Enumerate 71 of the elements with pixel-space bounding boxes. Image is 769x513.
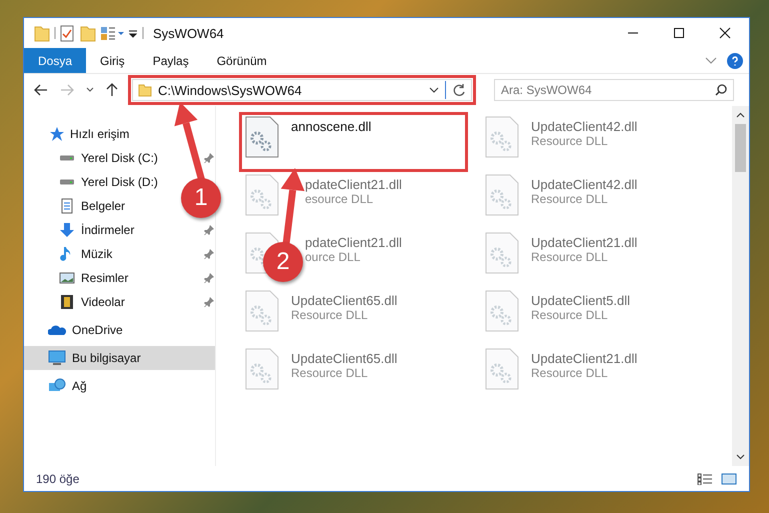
close-icon[interactable] [719, 27, 731, 39]
file-name[interactable]: UpdateClient42.dll [531, 177, 638, 192]
sidebar-item[interactable]: Belgeler [81, 199, 126, 213]
cloud-icon [48, 324, 66, 336]
file-type: Resource DLL [531, 134, 609, 148]
dropdown-caret-icon[interactable] [86, 87, 94, 93]
file-type: Resource DLL [531, 308, 609, 322]
sidebar-item[interactable]: Hızlı erişim [24, 122, 215, 146]
scroll-up-icon[interactable] [736, 112, 745, 118]
drive-icon [59, 155, 75, 161]
film-icon [59, 294, 75, 310]
item-count: 190 öğe [36, 472, 80, 486]
search-icon[interactable] [715, 84, 727, 96]
file-type: Resource DLL [291, 366, 369, 380]
file-name[interactable]: UpdateClient42.dll [531, 119, 638, 134]
dll-file-icon[interactable] [245, 116, 279, 158]
file-type: Resource DLL [531, 192, 609, 206]
file-name[interactable]: annoscene.dll [291, 119, 372, 134]
sidebar-item[interactable]: Yerel Disk (C:) [81, 151, 158, 165]
chevron-icon[interactable] [429, 87, 439, 93]
download-arrow-icon [59, 222, 75, 238]
sidebar-item[interactable]: İndirmeler [81, 223, 134, 237]
pin-icon[interactable] [204, 273, 214, 283]
file-name[interactable]: pdateClient21.dll [305, 235, 402, 250]
document-icon [59, 198, 75, 214]
scrollbar[interactable] [732, 106, 749, 466]
file-type: ource DLL [305, 250, 362, 264]
star-icon [48, 126, 64, 142]
forward-arrow-icon[interactable] [60, 84, 74, 96]
ribbon-tab[interactable]: Giriş [86, 48, 139, 73]
ribbon-tab[interactable]: Dosya [24, 48, 86, 73]
scroll-down-icon[interactable] [736, 454, 745, 460]
back-arrow-icon[interactable] [34, 84, 48, 96]
pin-icon[interactable] [204, 153, 214, 163]
sidebar-item[interactable]: Videolar [81, 295, 125, 309]
file-type: Resource DLL [291, 308, 369, 322]
pin-icon[interactable] [204, 297, 214, 307]
pin-icon[interactable] [204, 249, 214, 259]
sidebar-item[interactable]: Müzik [81, 247, 112, 261]
sidebar-item[interactable]: Yerel Disk (D:) [81, 175, 158, 189]
drive-icon [59, 179, 75, 185]
help-icon[interactable] [727, 52, 743, 68]
maximize-icon[interactable] [673, 27, 685, 39]
file-name[interactable]: UpdateClient21.dll [531, 235, 638, 250]
folder-icon [138, 83, 152, 97]
file-name[interactable]: UpdateClient65.dll [291, 293, 398, 308]
sidebar-item[interactable]: OneDrive [24, 318, 215, 342]
search-field[interactable]: Ara: SysWOW64 [494, 79, 734, 101]
network-icon [48, 378, 66, 394]
ribbon-tab[interactable]: Paylaş [138, 48, 203, 73]
file-type: esource DLL [305, 192, 374, 206]
ribbon-tab[interactable]: Görünüm [202, 48, 281, 73]
refresh-icon[interactable] [452, 83, 466, 97]
sidebar-item[interactable]: Ağ [24, 374, 215, 398]
file-name[interactable]: pdateClient21.dll [305, 177, 402, 192]
file-type: Resource DLL [531, 250, 609, 264]
pin-icon[interactable] [204, 225, 214, 235]
window-title: SysWOW64 [153, 26, 224, 40]
picture-icon [59, 270, 75, 286]
sidebar-item[interactable]: Resimler [81, 271, 128, 285]
file-name[interactable]: UpdateClient21.dll [531, 351, 638, 366]
file-name[interactable]: UpdateClient5.dll [531, 293, 630, 308]
tiles-view-icon[interactable] [721, 472, 737, 484]
file-name[interactable]: UpdateClient65.dll [291, 351, 398, 366]
file-type: Resource DLL [531, 366, 609, 380]
quick-access-toolbar-icon[interactable] [33, 23, 145, 43]
monitor-icon [48, 350, 66, 366]
up-arrow-icon[interactable] [106, 83, 118, 97]
scrollbar-thumb[interactable] [735, 124, 746, 172]
sidebar-item[interactable]: Bu bilgisayar [24, 346, 215, 370]
details-view-icon[interactable] [697, 472, 713, 484]
